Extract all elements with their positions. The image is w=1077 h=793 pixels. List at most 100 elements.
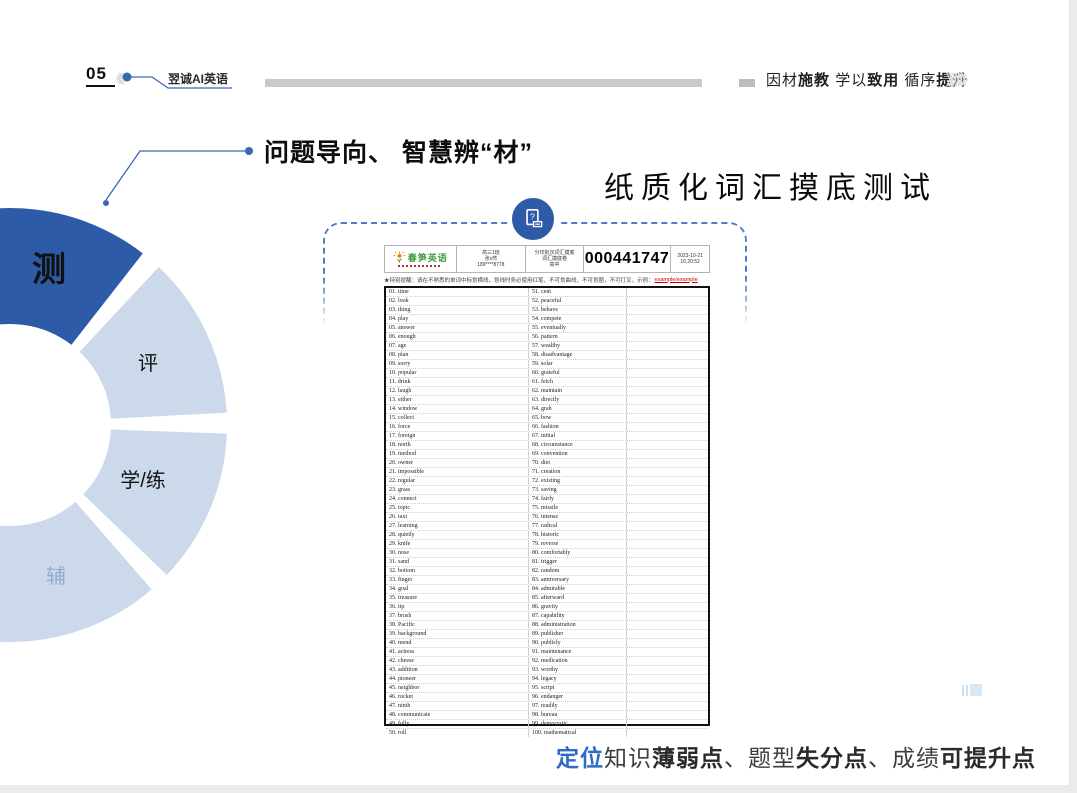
word-cell-left: 33. finger [386, 576, 528, 584]
wheel-segment-label: 测 [32, 251, 66, 289]
word-cell-left: 15. collect [386, 414, 528, 422]
word-cell-right: 59. solar [528, 360, 626, 368]
test-paper: 春笋英语 高三1班张x然189****8778 分印批次词汇摸底词汇摸底卷高中 … [384, 245, 710, 726]
word-cell-right: 63. directly [528, 396, 626, 404]
word-cell-empty [626, 540, 708, 548]
watermark-icon [962, 682, 988, 696]
word-cell-left: 28. quietly [386, 531, 528, 539]
word-cell-left: 03. thing [386, 306, 528, 314]
word-cell-right: 58. disadvantage [528, 351, 626, 359]
word-row: 33. finger83. anniversary [386, 575, 708, 584]
word-cell-empty [626, 432, 708, 440]
word-row: 01. time51. cent [386, 288, 708, 296]
word-cell-right: 52. peaceful [528, 297, 626, 305]
footer-segment: 可提升点 [940, 745, 1036, 771]
word-cell-left: 27. learning [386, 522, 528, 530]
word-cell-empty [626, 324, 708, 332]
word-cell-empty [626, 450, 708, 458]
paper-header: 春笋英语 高三1班张x然189****8778 分印批次词汇摸底词汇摸底卷高中 … [384, 245, 710, 273]
word-cell-left: 35. treasure [386, 594, 528, 602]
word-row: 04. play54. compete [386, 314, 708, 323]
word-cell-right: 75. missile [528, 504, 626, 512]
word-cell-empty [626, 729, 708, 737]
word-cell-right: 85. afterward [528, 594, 626, 602]
paper-serial-number: 00004417471 [584, 250, 671, 268]
word-cell-right: 84. admirable [528, 585, 626, 593]
word-cell-right: 64. grab [528, 405, 626, 413]
word-row: 14. window64. grab [386, 404, 708, 413]
brand-label: 翌诚AI英语 [168, 70, 228, 87]
word-cell-empty [626, 684, 708, 692]
watermark-square [970, 684, 982, 696]
word-row: 50. roll100. mathematical [386, 728, 708, 737]
word-row: 34. goal84. admirable [386, 584, 708, 593]
word-cell-left: 02. look [386, 297, 528, 305]
word-cell-empty [626, 603, 708, 611]
slogan-part: 致用 [867, 72, 899, 89]
word-row: 23. grass73. saving [386, 485, 708, 494]
word-cell-empty [626, 513, 708, 521]
word-cell-right: 66. fashion [528, 423, 626, 431]
word-cell-left: 24. connect [386, 495, 528, 503]
word-cell-left: 08. plan [386, 351, 528, 359]
word-cell-left: 31. sand [386, 558, 528, 566]
word-cell-right: 87. capability [528, 612, 626, 620]
word-row: 26. taxi76. intense [386, 512, 708, 521]
slogan-part: 学以 [830, 72, 867, 89]
footer-segment: 失分点 [796, 745, 868, 771]
word-cell-empty [626, 639, 708, 647]
word-cell-left: 50. roll [386, 729, 528, 737]
word-cell-left: 29. knife [386, 540, 528, 548]
word-cell-left: 09. sorry [386, 360, 528, 368]
header-divider-bar [265, 79, 702, 87]
word-cell-left: 11. drink [386, 378, 528, 386]
word-cell-empty [626, 657, 708, 665]
word-cell-left: 18. north [386, 441, 528, 449]
section-subtitle: 纸质化词汇摸底测试 [604, 163, 937, 207]
slogan-part: 因材 [766, 72, 798, 89]
word-cell-right: 81. trigger [528, 558, 626, 566]
word-cell-left: 14. window [386, 405, 528, 413]
word-cell-empty [626, 333, 708, 341]
word-row: 36. tip86. gravity [386, 602, 708, 611]
paper-notice: ★特别提醒：请在不熟悉的单词中标划横线，划线时务必使用红笔，不可划曲线，不可划圈… [384, 273, 710, 286]
word-cell-left: 12. laugh [386, 387, 528, 395]
word-cell-empty [626, 468, 708, 476]
word-cell-right: 74. fairly [528, 495, 626, 503]
word-row: 20. owner70. diet [386, 458, 708, 467]
word-cell-left: 38. Pacific [386, 621, 528, 629]
word-cell-empty [626, 621, 708, 629]
word-row: 05. answer55. eventually [386, 323, 708, 332]
word-cell-left: 16. force [386, 423, 528, 431]
word-cell-empty [626, 630, 708, 638]
sun-sprout-logo-icon [393, 251, 406, 264]
wheel-segment-label: 评 [138, 353, 158, 375]
word-cell-left: 13. either [386, 396, 528, 404]
word-row: 44. pioneer94. legacy [386, 674, 708, 683]
word-cell-empty [626, 414, 708, 422]
word-cell-left: 41. actress [386, 648, 528, 656]
word-cell-empty [626, 594, 708, 602]
word-cell-right: 91. maintenance [528, 648, 626, 656]
word-row: 49. fully99. democratic [386, 719, 708, 728]
word-row: 16. force66. fashion [386, 422, 708, 431]
word-cell-empty [626, 441, 708, 449]
word-row: 32. bottom82. random [386, 566, 708, 575]
word-row: 45. neighbor95. script [386, 683, 708, 692]
word-cell-right: 54. compete [528, 315, 626, 323]
word-cell-left: 32. bottom [386, 567, 528, 575]
chevrons-right-icon: 》》》》》》 [946, 70, 971, 90]
word-row: 30. nose80. comfortably [386, 548, 708, 557]
word-cell-right: 98. bureau [528, 711, 626, 719]
word-row: 11. drink61. fetch [386, 377, 708, 386]
watermark-bar [962, 685, 964, 696]
word-row: 08. plan58. disadvantage [386, 350, 708, 359]
word-cell-right: 71. creation [528, 468, 626, 476]
word-row: 43. addition93. worthy [386, 665, 708, 674]
word-cell-right: 56. pattern [528, 333, 626, 341]
word-cell-left: 01. time [386, 288, 528, 296]
paper-logo-cell: 春笋英语 [385, 246, 457, 272]
word-row: 42. cheese92. medication [386, 656, 708, 665]
word-cell-empty [626, 360, 708, 368]
word-row: 02. look52. peaceful [386, 296, 708, 305]
